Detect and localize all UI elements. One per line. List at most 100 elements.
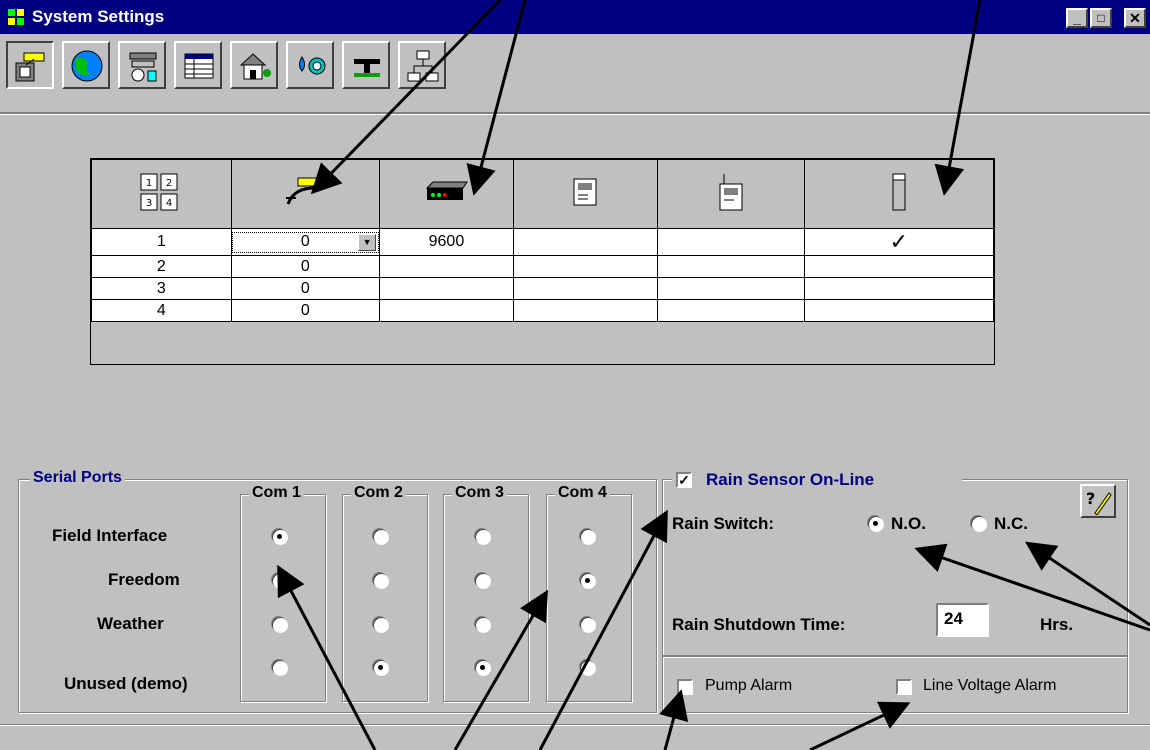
rain-switch-no-radio[interactable] (868, 516, 883, 531)
radio-cell[interactable] (657, 277, 805, 300)
svg-text:1: 1 (146, 178, 152, 189)
sensor-check-cell[interactable] (803, 255, 995, 278)
com2-unused-radio[interactable] (373, 660, 388, 675)
interface-cell[interactable]: 0 (230, 255, 381, 278)
app-icon (8, 9, 24, 25)
weather-station-icon (129, 52, 157, 82)
com3-weather-radio[interactable] (475, 617, 490, 632)
table-row[interactable]: 4 0 (91, 299, 995, 322)
com4-freedom-radio[interactable] (580, 573, 595, 588)
interface-icon (15, 52, 45, 82)
svg-text:3: 3 (146, 198, 152, 209)
table-row[interactable]: 3 0 (91, 277, 995, 300)
interface-cell[interactable]: 0 ▼ (230, 228, 381, 256)
schedule-tool-button[interactable] (174, 41, 222, 89)
controller-cell[interactable] (512, 228, 659, 256)
com4-field-interface-radio[interactable] (580, 529, 595, 544)
rain-switch-nc-label[interactable]: N.C. (994, 514, 1028, 534)
window-title: System Settings (32, 7, 165, 26)
col-header-radio[interactable] (657, 159, 805, 229)
com1-unused-radio[interactable] (272, 660, 287, 675)
pipe-tool-button[interactable] (342, 41, 390, 89)
pump-alarm-checkbox[interactable] (677, 679, 693, 695)
house-tool-button[interactable] (230, 41, 278, 89)
toolbar-divider (0, 113, 1150, 115)
com4-unused-radio[interactable] (580, 660, 595, 675)
col-header-field-interface[interactable] (230, 159, 381, 229)
ports-icon: 1 2 3 4 (140, 173, 178, 210)
rain-shutdown-units: Hrs. (1040, 615, 1074, 634)
sensor-icon (892, 173, 906, 210)
col-header-ports[interactable]: 1 2 3 4 (91, 159, 232, 229)
line-voltage-alarm-checkbox[interactable] (896, 679, 912, 695)
com2-field-interface-radio[interactable] (373, 529, 388, 544)
baud-rate-cell[interactable]: 9600 (379, 228, 514, 256)
globe-tool-button[interactable] (62, 41, 110, 89)
com1-label: Com 1 (249, 484, 304, 502)
rain-sensor-online-checkbox[interactable]: ✓ (676, 472, 692, 488)
rain-sensor-online-label[interactable]: Rain Sensor On-Line (706, 470, 874, 490)
chevron-down-icon[interactable]: ▼ (358, 233, 377, 251)
pipe-icon (354, 59, 380, 77)
interface-cell[interactable]: 0 (230, 299, 381, 322)
com2-weather-radio[interactable] (373, 617, 388, 632)
table-row[interactable]: 2 0 (91, 255, 995, 278)
modem-icon (426, 181, 469, 200)
baud-rate-cell[interactable] (379, 277, 514, 300)
globe-icon (71, 50, 103, 82)
help-mark: ? (1086, 489, 1095, 508)
ports-table: 1 2 3 4 1 0 ▼ 9600 ✓ 2 0 3 0 4 0 (91, 159, 995, 322)
col-header-sensor[interactable] (803, 159, 995, 229)
weather-tool-button[interactable] (118, 41, 166, 89)
close-button[interactable]: ✕ (1124, 8, 1146, 28)
network-tool-button[interactable] (398, 41, 446, 89)
com3-freedom-radio[interactable] (475, 573, 490, 588)
sensor-check-cell[interactable]: ✓ (803, 228, 995, 256)
baud-rate-cell[interactable] (379, 299, 514, 322)
sensor-check-cell[interactable] (803, 299, 995, 322)
col-header-controller[interactable] (512, 159, 659, 229)
pump-alarm-label[interactable]: Pump Alarm (705, 677, 792, 695)
water-tool-button[interactable] (286, 41, 334, 89)
grid-header-row: 1 2 3 4 (91, 159, 995, 229)
freedom-label: Freedom (108, 570, 180, 589)
controller-cell[interactable] (512, 299, 659, 322)
interface-dropdown[interactable]: 0 ▼ (231, 231, 380, 253)
controller-cell[interactable] (512, 277, 659, 300)
unused-demo-label: Unused (demo) (64, 674, 188, 693)
com4-label: Com 4 (555, 484, 610, 502)
com1-freedom-radio[interactable] (272, 573, 287, 588)
rain-switch-no-label[interactable]: N.O. (891, 514, 926, 534)
interface-cell[interactable]: 0 (230, 277, 381, 300)
radio-cell[interactable] (657, 299, 805, 322)
com2-freedom-radio[interactable] (373, 573, 388, 588)
com2-label: Com 2 (351, 484, 406, 502)
maximize-button[interactable]: □ (1090, 8, 1112, 28)
controller-cell[interactable] (512, 255, 659, 278)
help-icon: ? (1086, 489, 1112, 515)
baud-rate-cell[interactable] (379, 255, 514, 278)
svg-text:4: 4 (166, 198, 172, 209)
com4-weather-radio[interactable] (580, 617, 595, 632)
house-icon (239, 53, 271, 80)
port-number-cell: 1 (91, 228, 232, 256)
com3-field-interface-radio[interactable] (475, 529, 490, 544)
help-button[interactable]: ? (1080, 484, 1116, 518)
svg-text:2: 2 (166, 178, 172, 189)
com3-unused-radio[interactable] (475, 660, 490, 675)
radio-cell[interactable] (657, 228, 805, 256)
field-interface-icon (286, 177, 323, 205)
minimize-button[interactable]: _ (1066, 8, 1088, 28)
com1-weather-radio[interactable] (272, 617, 287, 632)
interface-tool-button[interactable] (6, 41, 54, 89)
rain-shutdown-input[interactable]: 24 (936, 603, 989, 637)
sensor-check-cell[interactable] (803, 277, 995, 300)
rain-shutdown-label: Rain Shutdown Time: (672, 615, 846, 634)
table-row[interactable]: 1 0 ▼ 9600 ✓ (91, 228, 995, 256)
weather-label: Weather (97, 614, 164, 633)
col-header-modem[interactable] (379, 159, 514, 229)
com1-field-interface-radio[interactable] (272, 529, 287, 544)
radio-cell[interactable] (657, 255, 805, 278)
line-voltage-alarm-label[interactable]: Line Voltage Alarm (923, 677, 1056, 695)
rain-switch-nc-radio[interactable] (971, 516, 986, 531)
